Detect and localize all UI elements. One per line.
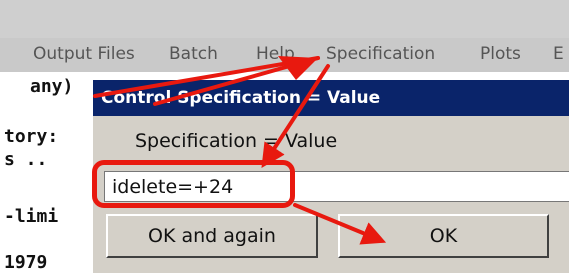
- arrow-menu-to-input: [261, 64, 330, 169]
- arrow-input-to-ok: [293, 203, 387, 245]
- annotation-arrows: [93, 56, 387, 245]
